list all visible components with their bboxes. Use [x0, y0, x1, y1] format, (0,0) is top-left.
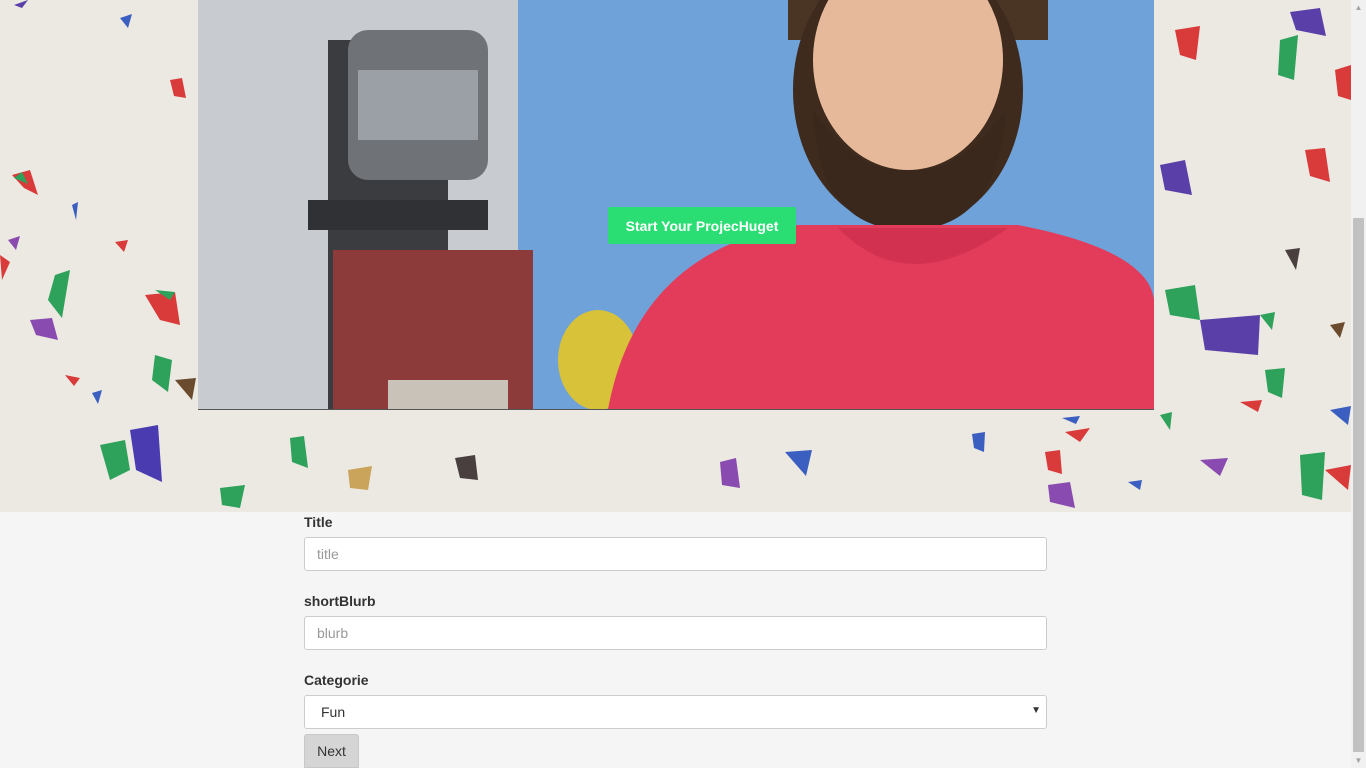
title-label: Title — [304, 514, 333, 530]
next-button[interactable]: Next — [304, 734, 359, 768]
scroll-up-arrow-icon[interactable]: ▲ — [1351, 0, 1366, 15]
category-select[interactable]: Fun — [304, 695, 1047, 729]
scrollbar-thumb[interactable] — [1353, 218, 1364, 752]
video-player[interactable] — [198, 0, 1154, 410]
category-select-wrapper: Fun ▼ — [304, 695, 1047, 729]
blurb-field-group: shortBlurb — [304, 591, 1047, 650]
project-form: Title shortBlurb Categorie Fun ▼ — [304, 512, 1047, 749]
category-label: Categorie — [304, 672, 369, 688]
title-field-group: Title — [304, 512, 1047, 571]
start-project-button[interactable]: Start Your ProjecHuget — [608, 207, 796, 244]
vertical-scrollbar[interactable]: ▲ ▼ — [1351, 0, 1366, 768]
blurb-label: shortBlurb — [304, 593, 376, 609]
category-field-group: Categorie Fun ▼ — [304, 670, 1047, 729]
blurb-input[interactable] — [304, 616, 1047, 650]
scroll-down-arrow-icon[interactable]: ▼ — [1351, 753, 1366, 768]
video-frame — [198, 0, 1154, 409]
title-input[interactable] — [304, 537, 1047, 571]
hero-banner: Start Your ProjecHuget — [0, 0, 1351, 512]
